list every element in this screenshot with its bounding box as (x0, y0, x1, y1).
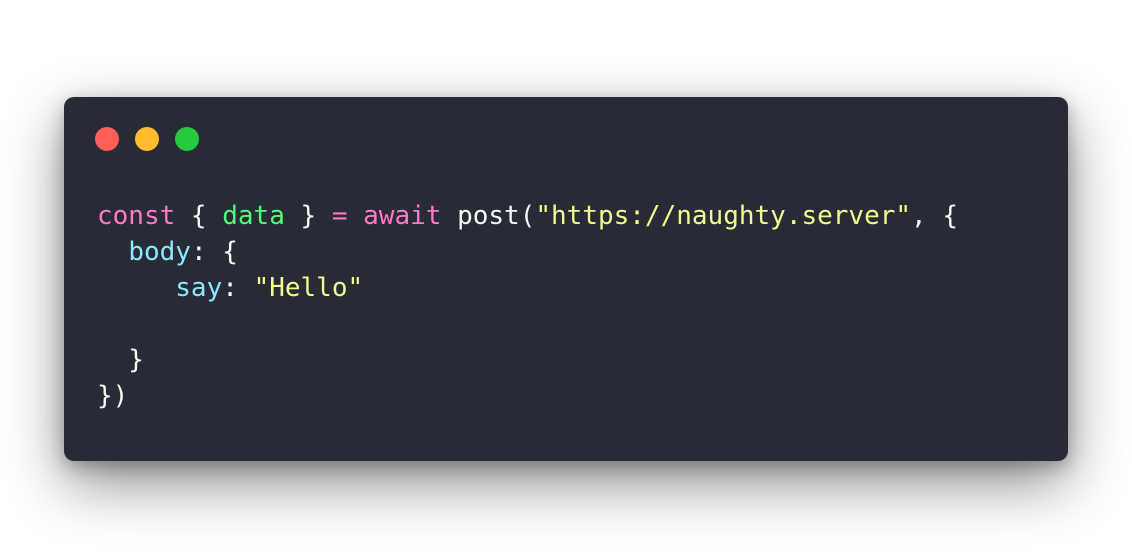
code-token-plain: }) (97, 381, 129, 411)
minimize-button[interactable] (135, 127, 159, 151)
code-line: } (97, 342, 958, 378)
canvas: const { data } = await post("https://nau… (0, 0, 1132, 558)
code-token-keyword: await (363, 201, 442, 231)
code-line: const { data } = await post("https://nau… (97, 198, 958, 234)
code-token-property: say (175, 273, 223, 303)
code-token-keyword: const (97, 201, 176, 231)
code-token-plain: , { (911, 201, 959, 231)
code-token-plain: } (97, 345, 144, 375)
code-token-string: "https://naughty.server" (535, 201, 912, 231)
code-token-plain: : (222, 273, 254, 303)
code-line: }) (97, 378, 958, 414)
code-block: const { data } = await post("https://nau… (97, 198, 958, 414)
code-line: body: { (97, 234, 958, 270)
code-token-plain: { (175, 201, 223, 231)
maximize-button[interactable] (175, 127, 199, 151)
code-token-plain: } (284, 201, 332, 231)
code-line: say: "Hello" (97, 270, 958, 306)
code-token-string: "Hello" (253, 273, 364, 303)
code-token-variable: data (222, 201, 285, 231)
code-token-keyword: = (331, 201, 348, 231)
close-button[interactable] (95, 127, 119, 151)
window-controls (95, 127, 199, 151)
code-token-plain: : { (190, 237, 238, 267)
code-token-property: body (128, 237, 191, 267)
code-token-plain: post( (441, 201, 536, 231)
code-window: const { data } = await post("https://nau… (64, 97, 1068, 461)
